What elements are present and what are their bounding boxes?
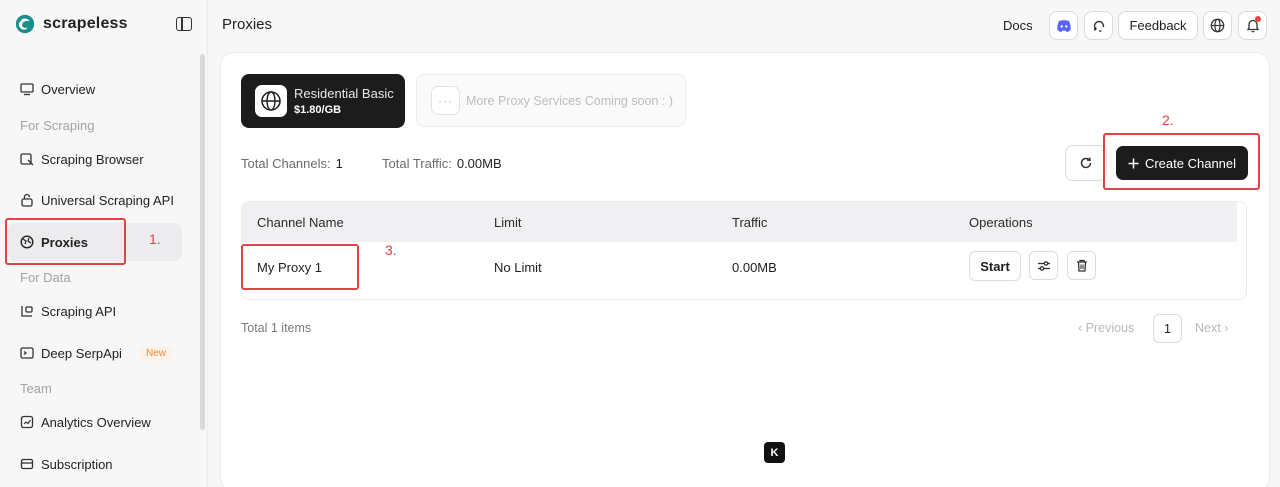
- monitor-icon: [20, 82, 34, 96]
- stat-total-traffic: Total Traffic: 0.00MB: [382, 156, 502, 171]
- stat-label: Total Traffic:: [382, 156, 452, 171]
- globe-icon: [1210, 18, 1225, 33]
- refresh-icon: [1080, 157, 1092, 169]
- sidebar-item-universal-scraping-api[interactable]: Universal Scraping API: [8, 181, 182, 219]
- brand[interactable]: scrapeless: [14, 13, 128, 35]
- sidebar-item-label: Universal Scraping API: [41, 192, 174, 208]
- sidebar-item-label: Analytics Overview: [41, 414, 151, 430]
- delete-button[interactable]: [1067, 251, 1096, 280]
- subscription-icon: [20, 457, 34, 471]
- chevron-right-icon: ›: [1224, 321, 1229, 335]
- annotation-number-2: 2.: [1162, 112, 1174, 128]
- docs-link[interactable]: Docs: [1003, 18, 1033, 33]
- column-header-operations: Operations: [969, 215, 1033, 230]
- brand-name: scrapeless: [43, 15, 128, 32]
- total-items: Total 1 items: [241, 321, 312, 335]
- service-price: $1.80/GB: [294, 104, 342, 116]
- start-button[interactable]: Start: [969, 251, 1021, 281]
- sidebar-item-overview[interactable]: Overview: [8, 70, 182, 108]
- scrapeless-logo-icon: [15, 14, 35, 34]
- next-label: Next: [1195, 321, 1221, 335]
- stat-value: 1: [335, 156, 343, 171]
- api-icon: [20, 304, 34, 318]
- sidebar-item-label: Overview: [41, 81, 96, 97]
- chevron-left-icon: ‹: [1078, 321, 1083, 335]
- column-header-channel-name: Channel Name: [257, 215, 344, 230]
- headset-icon: [1093, 20, 1104, 32]
- annotation-box-3: [241, 244, 359, 290]
- sidebar-item-label: Scraping Browser: [41, 151, 144, 167]
- section-team: Team: [20, 381, 52, 396]
- stat-total-channels: Total Channels: 1: [241, 156, 343, 171]
- new-badge: New: [138, 345, 173, 361]
- feedback-button[interactable]: Feedback: [1118, 11, 1198, 40]
- cell-limit: No Limit: [494, 260, 542, 275]
- annotation-box-2: [1103, 133, 1260, 190]
- floating-widget-icon[interactable]: K: [764, 442, 785, 463]
- notifications-button[interactable]: [1238, 11, 1267, 40]
- discord-icon: [1056, 19, 1071, 32]
- sidebar-item-scraping-api[interactable]: Scraping API: [8, 292, 182, 330]
- previous-page-button[interactable]: ‹ Previous: [1078, 321, 1134, 335]
- sidebar-scrollbar[interactable]: [200, 54, 205, 430]
- coming-soon-label: More Proxy Services Coming soon : ): [466, 93, 674, 108]
- sidebar-item-label: Subscription: [41, 456, 113, 472]
- stat-label: Total Channels:: [241, 156, 331, 171]
- section-for-data: For Data: [20, 270, 71, 285]
- annotation-number-1: 1.: [149, 231, 161, 247]
- notification-dot: [1255, 16, 1261, 22]
- annotation-number-3: 3.: [385, 242, 397, 258]
- page-title: Proxies: [222, 16, 273, 33]
- service-name: Residential Basic: [294, 86, 394, 101]
- trash-icon: [1076, 259, 1087, 272]
- page-number-button[interactable]: 1: [1153, 314, 1182, 343]
- more-icon: ···: [431, 86, 460, 115]
- column-header-limit: Limit: [494, 215, 522, 230]
- sidebar-toggle-icon[interactable]: [176, 17, 192, 31]
- globe-icon: [255, 85, 287, 117]
- service-coming-soon: ··· More Proxy Services Coming soon : ): [416, 74, 686, 127]
- previous-label: Previous: [1085, 321, 1135, 335]
- support-button[interactable]: [1084, 11, 1113, 40]
- cell-traffic: 0.00MB: [732, 260, 777, 275]
- column-header-traffic: Traffic: [732, 215, 768, 230]
- sidebar-item-analytics-overview[interactable]: Analytics Overview: [8, 403, 182, 441]
- section-for-scraping: For Scraping: [20, 118, 95, 133]
- terminal-icon: [20, 346, 34, 360]
- analytics-icon: [20, 415, 34, 429]
- sidebar-item-subscription[interactable]: Subscription: [8, 445, 182, 483]
- annotation-box-1: [5, 218, 126, 265]
- settings-button[interactable]: [1029, 251, 1058, 280]
- sidebar-item-deep-serpapi[interactable]: Deep SerpApi New: [8, 334, 182, 372]
- language-button[interactable]: [1203, 11, 1232, 40]
- sidebar-item-scraping-browser[interactable]: Scraping Browser: [8, 140, 182, 178]
- lock-icon: [20, 193, 34, 207]
- discord-button[interactable]: [1049, 11, 1078, 40]
- browser-icon: [20, 152, 34, 166]
- sidebar-item-label: Scraping API: [41, 303, 117, 319]
- sidebar-item-label: Deep SerpApi: [41, 345, 122, 361]
- stat-value: 0.00MB: [456, 156, 502, 171]
- refresh-button[interactable]: [1065, 145, 1107, 181]
- service-residential-basic[interactable]: Residential Basic $1.80/GB: [241, 74, 405, 128]
- next-page-button[interactable]: Next ›: [1195, 321, 1228, 335]
- sliders-icon: [1037, 260, 1050, 271]
